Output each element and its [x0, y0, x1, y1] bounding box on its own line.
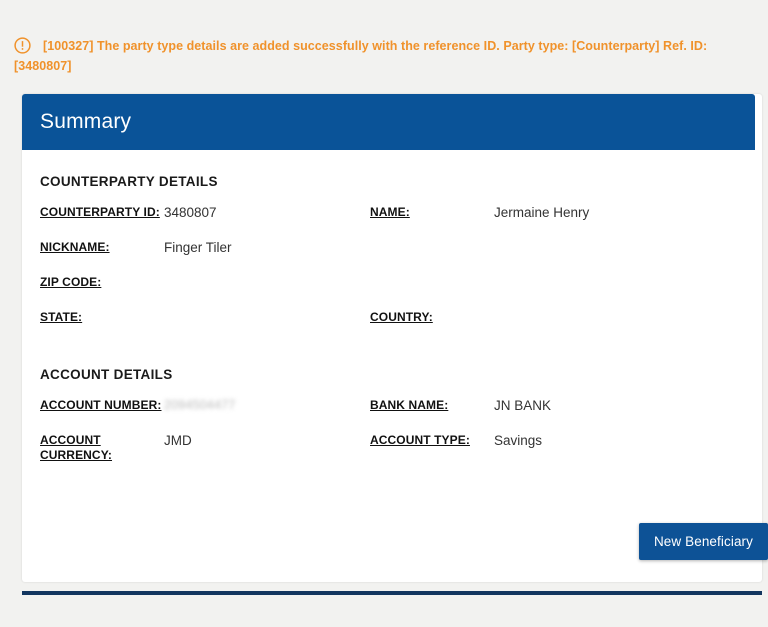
field-nickname: NICKNAME: Finger Tiler — [40, 240, 370, 255]
detail-row: ZIP CODE: — [40, 275, 744, 290]
page-title: Summary — [40, 110, 132, 133]
field-value-masked: 2094504477 — [164, 398, 236, 412]
field-label: COUNTERPARTY ID: — [40, 205, 160, 219]
field-value: JN BANK — [494, 398, 552, 413]
field-blank — [370, 275, 700, 290]
field-counterparty-id: COUNTERPARTY ID: 3480807 — [40, 205, 370, 220]
exclamation-circle-icon — [14, 37, 31, 54]
summary-card: Summary COUNTERPARTY DETAILS COUNTERPART… — [22, 94, 768, 582]
field-label: ACCOUNT CURRENCY: — [40, 433, 113, 462]
field-label: NICKNAME: — [40, 240, 110, 254]
field-zip-code: ZIP CODE: — [40, 275, 370, 290]
bottom-divider — [22, 591, 762, 595]
field-label: ZIP CODE: — [40, 275, 102, 289]
detail-row: COUNTERPARTY ID: 3480807 NAME: Jermaine … — [40, 205, 744, 220]
field-label: STATE: — [40, 310, 83, 324]
field-value: JMD — [164, 433, 192, 448]
card-header: Summary — [22, 94, 755, 150]
field-account-type: ACCOUNT TYPE: Savings — [370, 433, 700, 463]
section-title-account: ACCOUNT DETAILS — [40, 367, 173, 382]
alert-message: [100327] The party type details are adde… — [14, 39, 708, 73]
status-alert: [100327] The party type details are adde… — [0, 36, 768, 76]
field-label: COUNTRY: — [370, 310, 433, 324]
field-label — [370, 240, 494, 255]
field-label: ACCOUNT NUMBER: — [40, 398, 162, 412]
detail-row: ACCOUNT NUMBER: 2094504477 BANK NAME: JN… — [40, 398, 744, 413]
field-bank-name: BANK NAME: JN BANK — [370, 398, 700, 413]
detail-row: ACCOUNT CURRENCY: JMD ACCOUNT TYPE: Savi… — [40, 433, 744, 463]
field-label — [370, 275, 494, 290]
field-value: Finger Tiler — [164, 240, 232, 255]
field-value: Jermaine Henry — [494, 205, 590, 220]
section-title-counterparty: COUNTERPARTY DETAILS — [40, 174, 218, 189]
field-country: COUNTRY: — [370, 310, 700, 325]
new-beneficiary-button[interactable]: New Beneficiary — [638, 523, 768, 560]
field-value: Savings — [494, 433, 543, 448]
field-value: 3480807 — [164, 205, 217, 220]
field-label: BANK NAME: — [370, 398, 449, 412]
field-account-number: ACCOUNT NUMBER: 2094504477 — [40, 398, 370, 413]
detail-row: STATE: COUNTRY: — [40, 310, 744, 325]
field-label: ACCOUNT TYPE: — [370, 433, 470, 447]
field-label: NAME: — [370, 205, 410, 219]
detail-row: NICKNAME: Finger Tiler — [40, 240, 744, 255]
card-body: COUNTERPARTY DETAILS COUNTERPARTY ID: 34… — [22, 150, 768, 582]
field-blank — [370, 240, 700, 255]
field-name: NAME: Jermaine Henry — [370, 205, 700, 220]
field-account-currency: ACCOUNT CURRENCY: JMD — [40, 433, 370, 463]
field-state: STATE: — [40, 310, 370, 325]
